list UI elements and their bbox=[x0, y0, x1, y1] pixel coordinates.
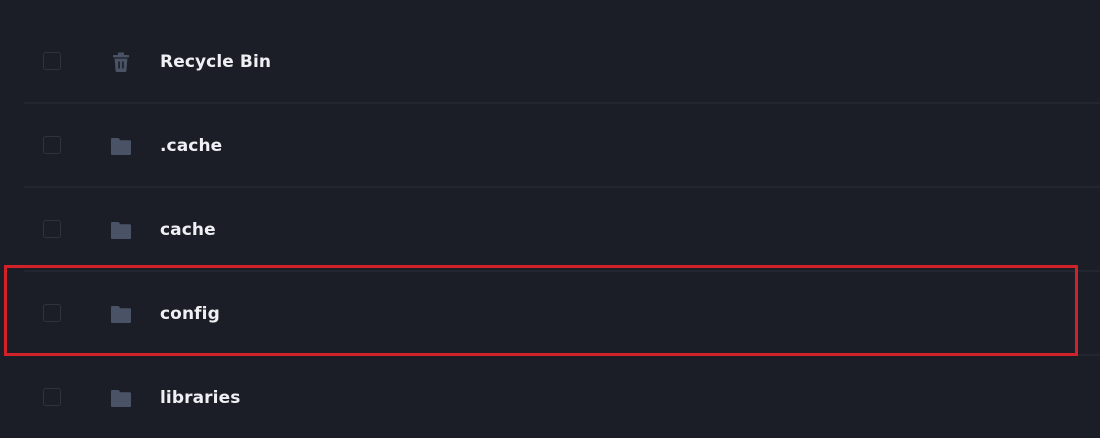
folder-icon bbox=[110, 387, 132, 409]
folder-icon bbox=[110, 135, 132, 157]
list-item-recycle-bin[interactable]: Recycle Bin bbox=[0, 20, 1100, 104]
folder-icon bbox=[110, 303, 132, 325]
list-item-config[interactable]: config bbox=[0, 272, 1100, 356]
list-item-dot-cache[interactable]: .cache bbox=[0, 104, 1100, 188]
row-checkbox[interactable] bbox=[43, 136, 61, 154]
file-list: Recycle Bin .cache cache config librarie… bbox=[0, 0, 1100, 438]
trash-icon bbox=[110, 51, 132, 73]
item-name: .cache bbox=[160, 136, 223, 156]
item-name: Recycle Bin bbox=[160, 52, 272, 72]
item-name: cache bbox=[160, 220, 216, 240]
row-checkbox[interactable] bbox=[43, 220, 61, 238]
item-name: libraries bbox=[160, 388, 241, 408]
list-item-libraries[interactable]: libraries bbox=[0, 356, 1100, 438]
row-checkbox[interactable] bbox=[43, 304, 61, 322]
row-checkbox[interactable] bbox=[43, 388, 61, 406]
row-checkbox[interactable] bbox=[43, 52, 61, 70]
folder-icon bbox=[110, 219, 132, 241]
list-item-cache[interactable]: cache bbox=[0, 188, 1100, 272]
item-name: config bbox=[160, 304, 220, 324]
